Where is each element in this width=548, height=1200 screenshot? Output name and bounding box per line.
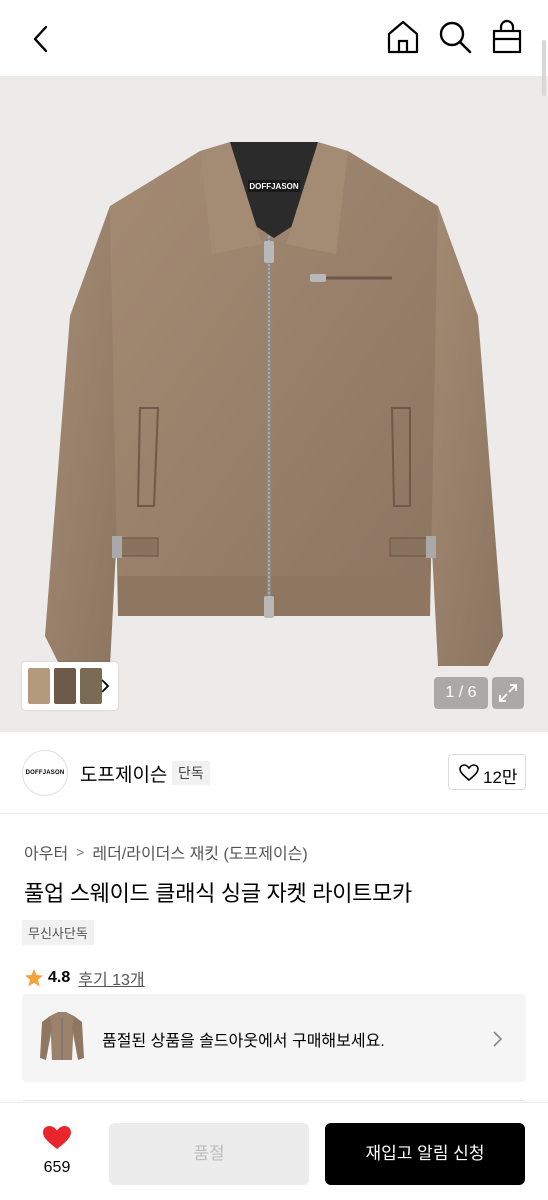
brand-row: DOFFJASON 도프제이슨 단독 12만 (0, 732, 548, 814)
brand-like-count: 12만 (483, 768, 518, 787)
brand-logo[interactable]: DOFFJASON (22, 750, 68, 796)
rating-score: 4.8 (48, 969, 71, 986)
heart-outline-icon (459, 764, 479, 782)
breadcrumb-item-category[interactable]: 레더/라이더스 재킷 (도프제이슨) (92, 840, 307, 864)
scrollbar[interactable] (542, 40, 546, 96)
thumbnail-1[interactable] (28, 668, 50, 704)
thumbnail-strip[interactable] (22, 662, 118, 710)
heart-filled-icon[interactable] (42, 1125, 72, 1151)
product-like-count: 659 (43, 1159, 71, 1176)
breadcrumb-item-outer[interactable]: 아우터 (24, 840, 68, 864)
chevron-right-icon (493, 1031, 503, 1047)
product-image-jacket: DOFFJASON (45, 142, 503, 666)
expand-icon (499, 684, 517, 702)
breadcrumb: 아우터 > 레더/라이더스 재킷 (도프제이슨) (24, 840, 308, 864)
bottom-action-bar: 659 품절 재입고 알림 신청 (0, 1102, 548, 1200)
product-image-gallery[interactable]: DOFFJASON 1 / 6 (0, 76, 548, 732)
back-icon[interactable] (24, 22, 58, 56)
search-icon[interactable] (436, 18, 474, 56)
shopping-bag-icon[interactable] (488, 18, 526, 56)
top-bar (0, 0, 548, 96)
rating-row: 4.8 후기 13개 (24, 966, 145, 990)
expand-button[interactable] (492, 677, 524, 709)
brand-name[interactable]: 도프제이슨 (80, 760, 167, 787)
soldout-notice-text: 품절된 상품을 솔드아웃에서 구매해보세요. (102, 1033, 385, 1050)
exclusive-badge: 무신사단독 (22, 920, 94, 945)
restock-alert-button[interactable]: 재입고 알림 신청 (325, 1123, 525, 1185)
brand-like-button[interactable]: 12만 (448, 754, 526, 790)
home-icon[interactable] (384, 18, 422, 56)
review-link[interactable]: 후기 13개 (78, 966, 144, 990)
soldout-notice-banner[interactable]: 품절된 상품을 솔드아웃에서 구매해보세요. (22, 994, 526, 1082)
soldout-button: 품절 (109, 1123, 309, 1185)
product-thumbnail (40, 1012, 84, 1060)
star-icon (25, 969, 43, 987)
product-title: 풀업 스웨이드 클래식 싱글 자켓 라이트모카 (24, 881, 412, 906)
chevron-right-icon[interactable] (98, 676, 112, 696)
brand-exclusive-tag: 단독 (172, 761, 210, 785)
image-counter: 1 / 6 (434, 677, 488, 709)
thumbnail-2[interactable] (54, 668, 76, 704)
breadcrumb-separator: > (76, 844, 85, 860)
jacket-label-text: DOFFJASON (249, 182, 299, 191)
